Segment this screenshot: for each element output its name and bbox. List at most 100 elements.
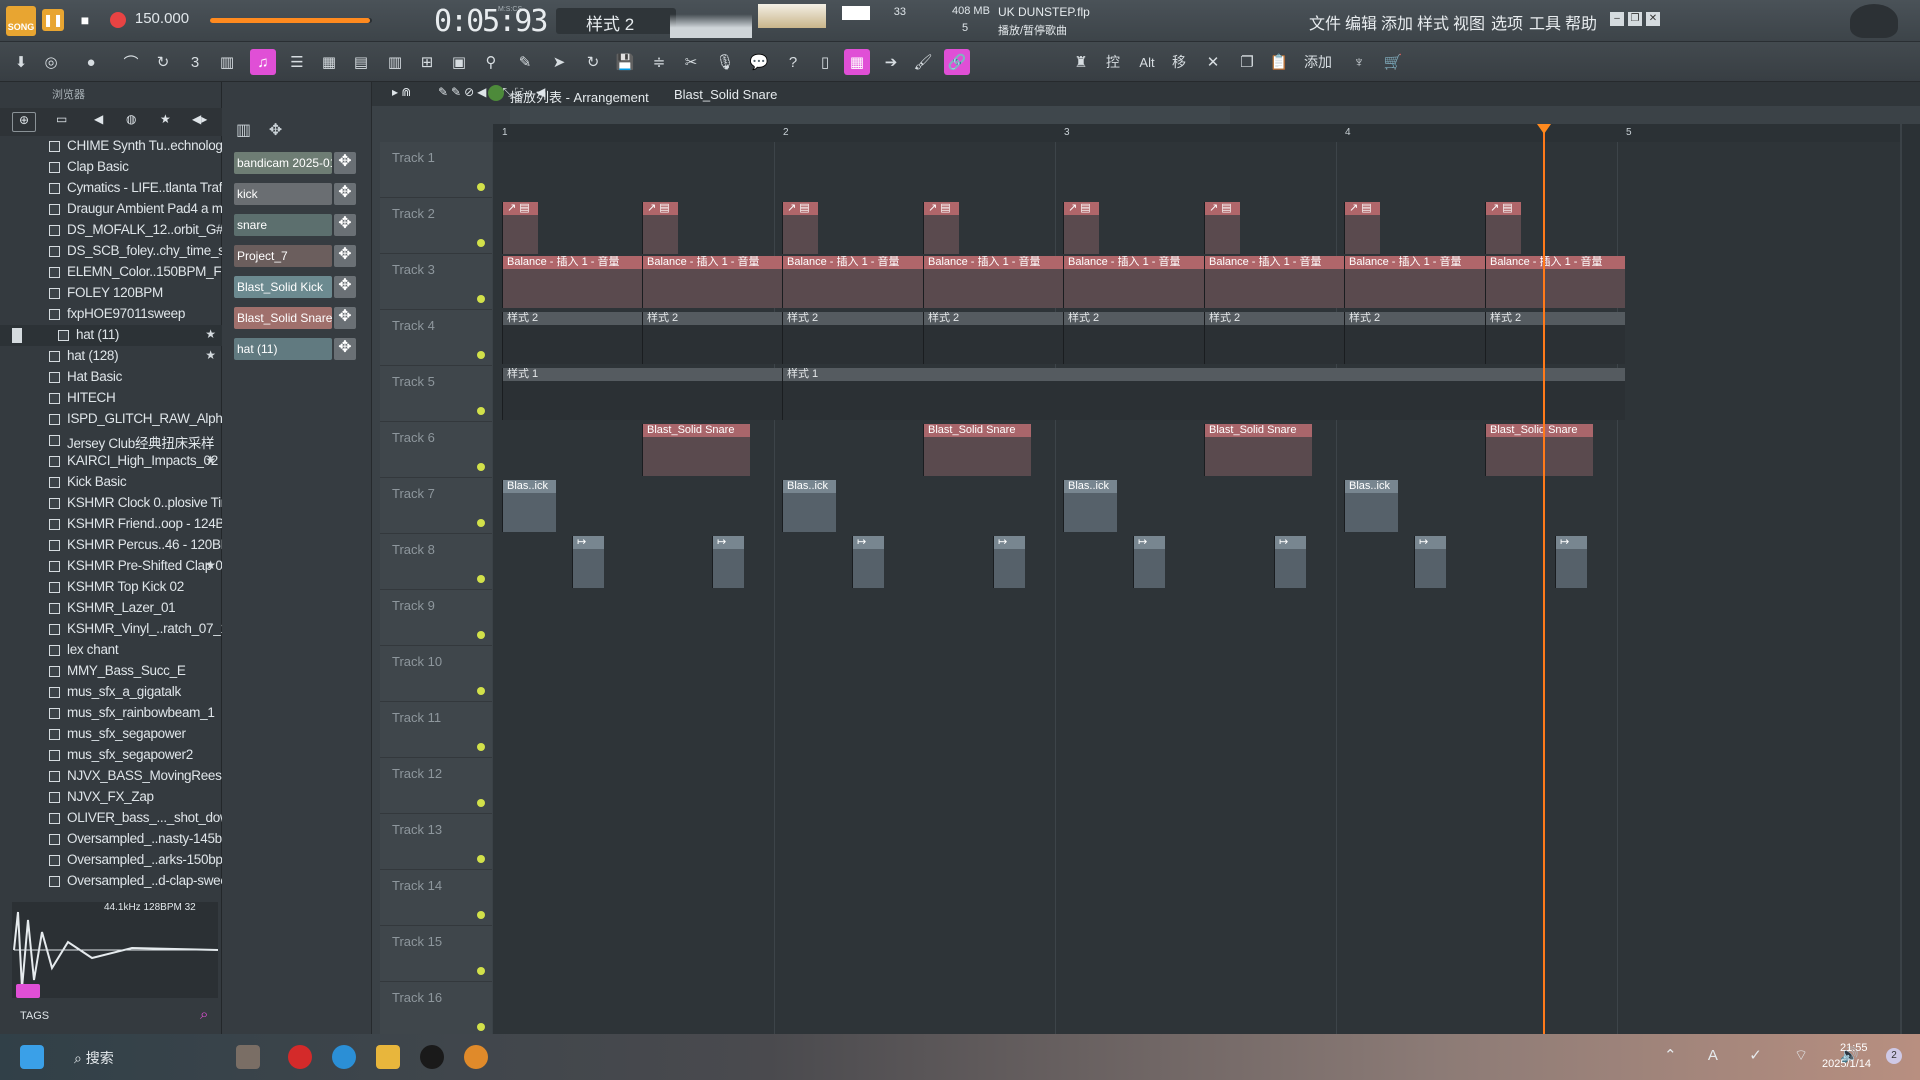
track-header[interactable]: Track 8 [380,534,492,590]
copy-icon[interactable]: ❐ [1234,49,1260,75]
automation-clip[interactable]: ↗ ▤ [782,202,818,254]
close-icon[interactable]: ✕ [1646,12,1660,26]
overdub-icon[interactable]: ♫ [250,49,276,75]
knob-icon[interactable]: ● [78,49,104,75]
favorite-star-icon[interactable]: ★ [205,558,216,572]
pattern-clip[interactable]: 样式 2 [1204,312,1344,364]
list-item[interactable]: KSHMR Pre-Shifted Clap 09 ★ [0,556,222,577]
menu-options[interactable]: 选项 [1491,10,1523,34]
touch-icon[interactable]: ▯ [812,49,838,75]
restore-icon[interactable]: ❐ [1628,12,1642,26]
step-edit-icon[interactable]: 3 [182,49,208,75]
song-mode-toggle[interactable]: SONG [6,6,36,36]
menu-file[interactable]: 文件 [1309,10,1341,34]
playlist-grid[interactable]: ↗ ▤ ↗ ▤ ↗ ▤ ↗ ▤ ↗ ▤ ↗ ▤ ↗ ▤ ↗ ▤ Balance … [493,142,1900,1034]
mute-led-icon[interactable] [477,463,485,471]
automation-clip[interactable]: Balance - 插入 1 - 音量 [1485,256,1625,308]
channel-item[interactable]: hat (11) [234,338,332,360]
list-item[interactable]: mus_sfx_rainbowbeam_1 [0,703,222,724]
list-item-selected[interactable]: hat (11) ★ [0,325,222,346]
pattern-clip[interactable]: 样式 2 [502,312,642,364]
master-volume-slider[interactable] [210,18,372,23]
automation-clip[interactable]: ↗ ▤ [502,202,538,254]
browser-folder-icon[interactable]: ▭ [56,112,67,126]
tempo-display[interactable]: 150.000 [134,10,190,27]
arrow-icon[interactable]: ➤ [546,49,572,75]
menu-help[interactable]: 帮助 [1565,10,1597,34]
list-item[interactable]: KSHMR Top Kick 02 [0,577,222,598]
pattern-clip[interactable]: 样式 2 [1063,312,1204,364]
pattern-clip[interactable]: 样式 2 [642,312,782,364]
favorite-star-icon[interactable]: ★ [205,327,216,341]
list-item[interactable]: ELEMN_Color..150BPM_Fmin [0,262,222,283]
help-icon[interactable]: ? [780,49,806,75]
channel-add-icon[interactable]: ✥ [334,307,356,329]
track-header[interactable]: Track 2 [380,198,492,254]
ime-indicator[interactable]: A [1708,1047,1731,1064]
browser-speaker-icon[interactable]: ◀ [94,112,103,126]
list-item[interactable]: Hat Basic [0,367,222,388]
move-key[interactable]: 移 [1166,49,1192,75]
list-item[interactable]: KSHMR Friend..oop - 124BPM [0,514,222,535]
audio-clip[interactable]: ↦ [1274,536,1306,588]
list-item[interactable]: KSHMR Percus..46 - 120BPM [0,535,222,556]
audio-clip[interactable]: Blast_Solid Snare [1485,424,1593,476]
clock-time[interactable]: 21:55 [1840,1042,1868,1054]
channel-add-icon[interactable]: ✥ [334,276,356,298]
mute-led-icon[interactable] [477,295,485,303]
song-time-display[interactable]: 0:05:93 [434,4,548,39]
track-header[interactable]: Track 6 [380,422,492,478]
recorder-icon[interactable] [288,1045,312,1069]
channel-item[interactable]: Project_7 [234,245,332,267]
mic-icon[interactable]: 🎙 [712,49,738,75]
automation-clip[interactable]: Balance - 插入 1 - 音量 [923,256,1063,308]
list-item[interactable]: mus_sfx_segapower2 [0,745,222,766]
list-item[interactable]: hat (128) ★ [0,346,222,367]
list-item[interactable]: ISPD_GLITCH_RAW_Alpha [0,409,222,430]
time-ruler[interactable]: 1 2 3 4 5 [493,124,1900,142]
browser-star-icon[interactable]: ★ [160,112,171,126]
widgets-icon[interactable] [236,1045,260,1069]
favorite-star-icon[interactable]: ★ [205,453,216,467]
pattern-clip[interactable]: 样式 2 [1485,312,1625,364]
alt-key[interactable]: Alt [1134,49,1160,75]
automation-clip[interactable]: Balance - 插入 1 - 音量 [782,256,923,308]
mute-led-icon[interactable] [477,575,485,583]
playhead-marker-icon[interactable] [1537,124,1551,134]
browser-icon[interactable]: ⊞ [414,49,440,75]
automation-clip[interactable]: Balance - 插入 1 - 音量 [642,256,782,308]
link-icon[interactable]: 🔗 [944,49,970,75]
audio-clip[interactable]: Blas..ick [1344,480,1398,532]
list-item[interactable]: KSHMR Clock 0..plosive Timer [0,493,222,514]
search-icon[interactable]: ⌕ [200,1006,208,1023]
audio-clip[interactable]: Blas..ick [1063,480,1117,532]
menu-tools[interactable]: 工具 [1529,10,1561,34]
track-header[interactable]: Track 9 [380,590,492,646]
pin-icon[interactable]: ⚲ [478,49,504,75]
mute-led-icon[interactable] [477,855,485,863]
save-icon[interactable]: 💾 [612,49,638,75]
mute-led-icon[interactable] [477,631,485,639]
audio-clip[interactable]: Blast_Solid Snare [642,424,750,476]
track-header[interactable]: Track 12 [380,758,492,814]
track-header[interactable]: Track 15 [380,926,492,982]
metronome-icon[interactable]: ◎ [38,49,64,75]
audio-clip[interactable]: Blast_Solid Snare [923,424,1031,476]
track-header[interactable]: Track 7 [380,478,492,534]
automation-clip[interactable]: ↗ ▤ [642,202,678,254]
chat-icon[interactable]: 💬 [746,49,772,75]
loop-record-icon[interactable]: ↻ [150,49,176,75]
audio-clip[interactable]: ↦ [1555,536,1587,588]
pattern-clip[interactable]: 样式 1 [502,368,782,420]
track-header[interactable]: Track 1 [380,142,492,198]
pen-icon[interactable]: ✎ [512,49,538,75]
mute-led-icon[interactable] [477,967,485,975]
list-item[interactable]: fxpHOE97011sweep [0,304,222,325]
list-item[interactable]: Oversampled_..nasty-145bpm [0,829,222,850]
list-item[interactable]: MMY_Bass_Succ_E [0,661,222,682]
fl-studio-icon[interactable] [464,1045,488,1069]
mute-led-icon[interactable] [477,407,485,415]
list-item[interactable]: mus_sfx_a_gigatalk [0,682,222,703]
paste-icon[interactable]: 📋 [1266,49,1292,75]
audio-clip[interactable]: ↦ [572,536,604,588]
